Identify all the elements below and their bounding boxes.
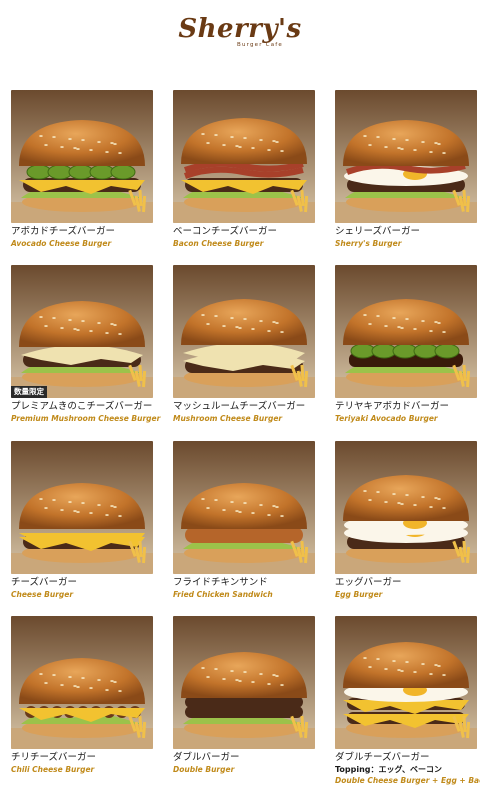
menu-item-name-jp: アボカドチーズバーガー xyxy=(11,226,116,237)
burger-illustration xyxy=(335,90,477,223)
burger-photo xyxy=(335,90,477,223)
burger-photo xyxy=(335,441,477,574)
menu-item-name-en: Double Burger xyxy=(173,765,235,774)
limited-badge: 数量限定 xyxy=(11,386,47,398)
menu-item-name-jp: マッシュルームチーズバーガー xyxy=(173,401,306,412)
menu-item-name-en: Premium Mushroom Cheese Burger xyxy=(11,414,161,423)
menu-item[interactable]: ベーコンチーズバーガー Bacon Cheese Burger xyxy=(173,90,315,249)
menu-item[interactable]: ダブルバーガー Double Burger xyxy=(173,616,315,775)
menu-item-name-jp: チリチーズバーガー xyxy=(11,752,97,763)
menu-item[interactable]: 数量限定 プレミアムきのこチーズバーガー Premium Mushroom Ch… xyxy=(11,265,161,424)
burger-photo xyxy=(173,90,315,223)
burger-photo xyxy=(335,616,477,749)
brand-tagline: Burger Cafe xyxy=(236,42,284,48)
burger-illustration xyxy=(335,441,477,574)
burger-illustration xyxy=(335,616,477,749)
menu-item[interactable]: シェリーズバーガー Sherry's Burger xyxy=(335,90,477,249)
burger-photo xyxy=(335,265,477,398)
menu-item-name-en: Double Cheese Burger + Egg + Bacon xyxy=(335,776,480,785)
menu-item-name-en: Mushroom Cheese Burger xyxy=(173,414,283,423)
burger-photo xyxy=(11,90,153,223)
menu-item[interactable]: チリチーズバーガー Chili Cheese Burger xyxy=(11,616,153,775)
menu-item[interactable]: テリヤキアボカドバーガー Teriyaki Avocado Burger xyxy=(335,265,477,424)
burger-illustration xyxy=(335,265,477,398)
burger-illustration xyxy=(173,90,315,223)
menu-item[interactable]: ダブルチーズバーガー Topping：エッグ、ベーコン Double Chees… xyxy=(335,616,480,786)
brand-name: Sherry's xyxy=(178,14,302,44)
menu-item[interactable]: マッシュルームチーズバーガー Mushroom Cheese Burger xyxy=(173,265,315,424)
menu-item-name-jp: テリヤキアボカドバーガー xyxy=(335,401,450,412)
burger-photo xyxy=(11,616,153,749)
menu-item-name-jp: ベーコンチーズバーガー xyxy=(173,226,278,237)
menu-item[interactable]: アボカドチーズバーガー Avocado Cheese Burger xyxy=(11,90,153,249)
menu-item-name-jp: ダブルバーガー xyxy=(173,752,240,763)
menu-item-name-jp: エッグバーガー xyxy=(335,577,402,588)
menu-item-topping: Topping：エッグ、ベーコン xyxy=(335,765,442,774)
menu-item[interactable]: フライドチキンサンド Fried Chicken Sandwich xyxy=(173,441,315,600)
menu-item-name-en: Chili Cheese Burger xyxy=(11,765,95,774)
menu-item-name-en: Avocado Cheese Burger xyxy=(11,239,112,248)
menu-item-name-en: Egg Burger xyxy=(335,590,383,599)
burger-photo xyxy=(173,265,315,398)
menu-item-name-en: Bacon Cheese Burger xyxy=(173,239,264,248)
burger-illustration xyxy=(11,616,153,749)
burger-photo xyxy=(173,441,315,574)
burger-illustration xyxy=(173,441,315,574)
burger-illustration xyxy=(11,265,153,398)
burger-photo xyxy=(11,441,153,574)
burger-illustration xyxy=(11,90,153,223)
menu-item-name-jp: ダブルチーズバーガー xyxy=(335,752,430,763)
menu-item-name-jp: チーズバーガー xyxy=(11,577,78,588)
menu-item-name-jp: プレミアムきのこチーズバーガー xyxy=(11,401,153,412)
menu-item-name-en: Teriyaki Avocado Burger xyxy=(335,414,438,423)
burger-illustration xyxy=(11,441,153,574)
menu-item-name-en: Fried Chicken Sandwich xyxy=(173,590,273,599)
menu-item-name-en: Sherry's Burger xyxy=(335,239,402,248)
menu-item[interactable]: チーズバーガー Cheese Burger xyxy=(11,441,153,600)
brand-logo: Sherry's Burger Cafe xyxy=(0,14,480,48)
menu-item[interactable]: エッグバーガー Egg Burger xyxy=(335,441,477,600)
menu-item-name-jp: シェリーズバーガー xyxy=(335,226,421,237)
burger-illustration xyxy=(173,265,315,398)
burger-illustration xyxy=(173,616,315,749)
menu-item-name-jp: フライドチキンサンド xyxy=(173,577,268,588)
menu-item-name-en: Cheese Burger xyxy=(11,590,74,599)
burger-photo xyxy=(173,616,315,749)
burger-photo: 数量限定 xyxy=(11,265,153,398)
